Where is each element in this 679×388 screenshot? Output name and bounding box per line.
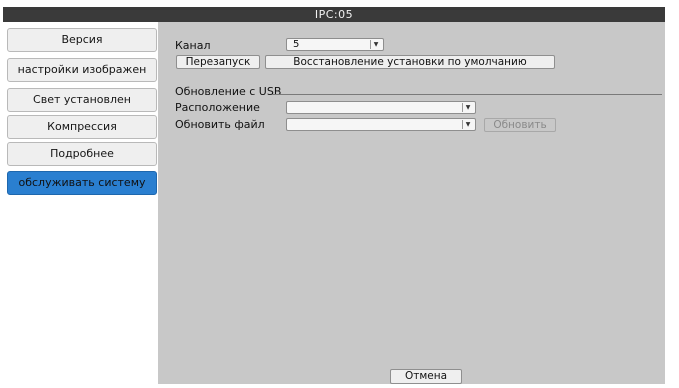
restart-button[interactable]: Перезапуск (176, 55, 260, 69)
sidebar-item-compression[interactable]: Компрессия (7, 115, 157, 139)
sidebar: Версия настройки изображен Свет установл… (3, 22, 158, 384)
channel-value: 5 (293, 39, 300, 50)
settings-window: IPC:05 Версия настройки изображен Свет у… (0, 0, 679, 388)
sidebar-item-advanced[interactable]: Подробнее (7, 142, 157, 166)
sidebar-item-system-maintenance[interactable]: обслуживать систему (7, 171, 157, 195)
sidebar-item-light-settings[interactable]: Свет установлен (7, 88, 157, 112)
section-divider (272, 94, 662, 95)
chevron-down-icon: ▼ (462, 120, 473, 129)
channel-label: Канал (175, 39, 211, 52)
chevron-down-icon: ▼ (370, 40, 381, 49)
location-label: Расположение (175, 101, 260, 114)
restore-defaults-button[interactable]: Восстановление установки по умолчанию (265, 55, 555, 69)
chevron-down-icon: ▼ (462, 103, 473, 112)
channel-select[interactable]: 5 ▼ (286, 38, 384, 51)
update-button[interactable]: Обновить (484, 118, 556, 132)
usb-update-section-title: Обновление с USB (175, 85, 282, 98)
sidebar-item-image-settings[interactable]: настройки изображен (7, 58, 157, 82)
location-select[interactable]: ▼ (286, 101, 476, 114)
update-file-label: Обновить файл (175, 118, 265, 131)
sidebar-item-version[interactable]: Версия (7, 28, 157, 52)
window-title: IPC:05 (3, 7, 665, 22)
update-file-select[interactable]: ▼ (286, 118, 476, 131)
maintenance-panel: Канал 5 ▼ Перезапуск Восстановление уста… (158, 22, 665, 384)
cancel-button[interactable]: Отмена (390, 369, 462, 384)
